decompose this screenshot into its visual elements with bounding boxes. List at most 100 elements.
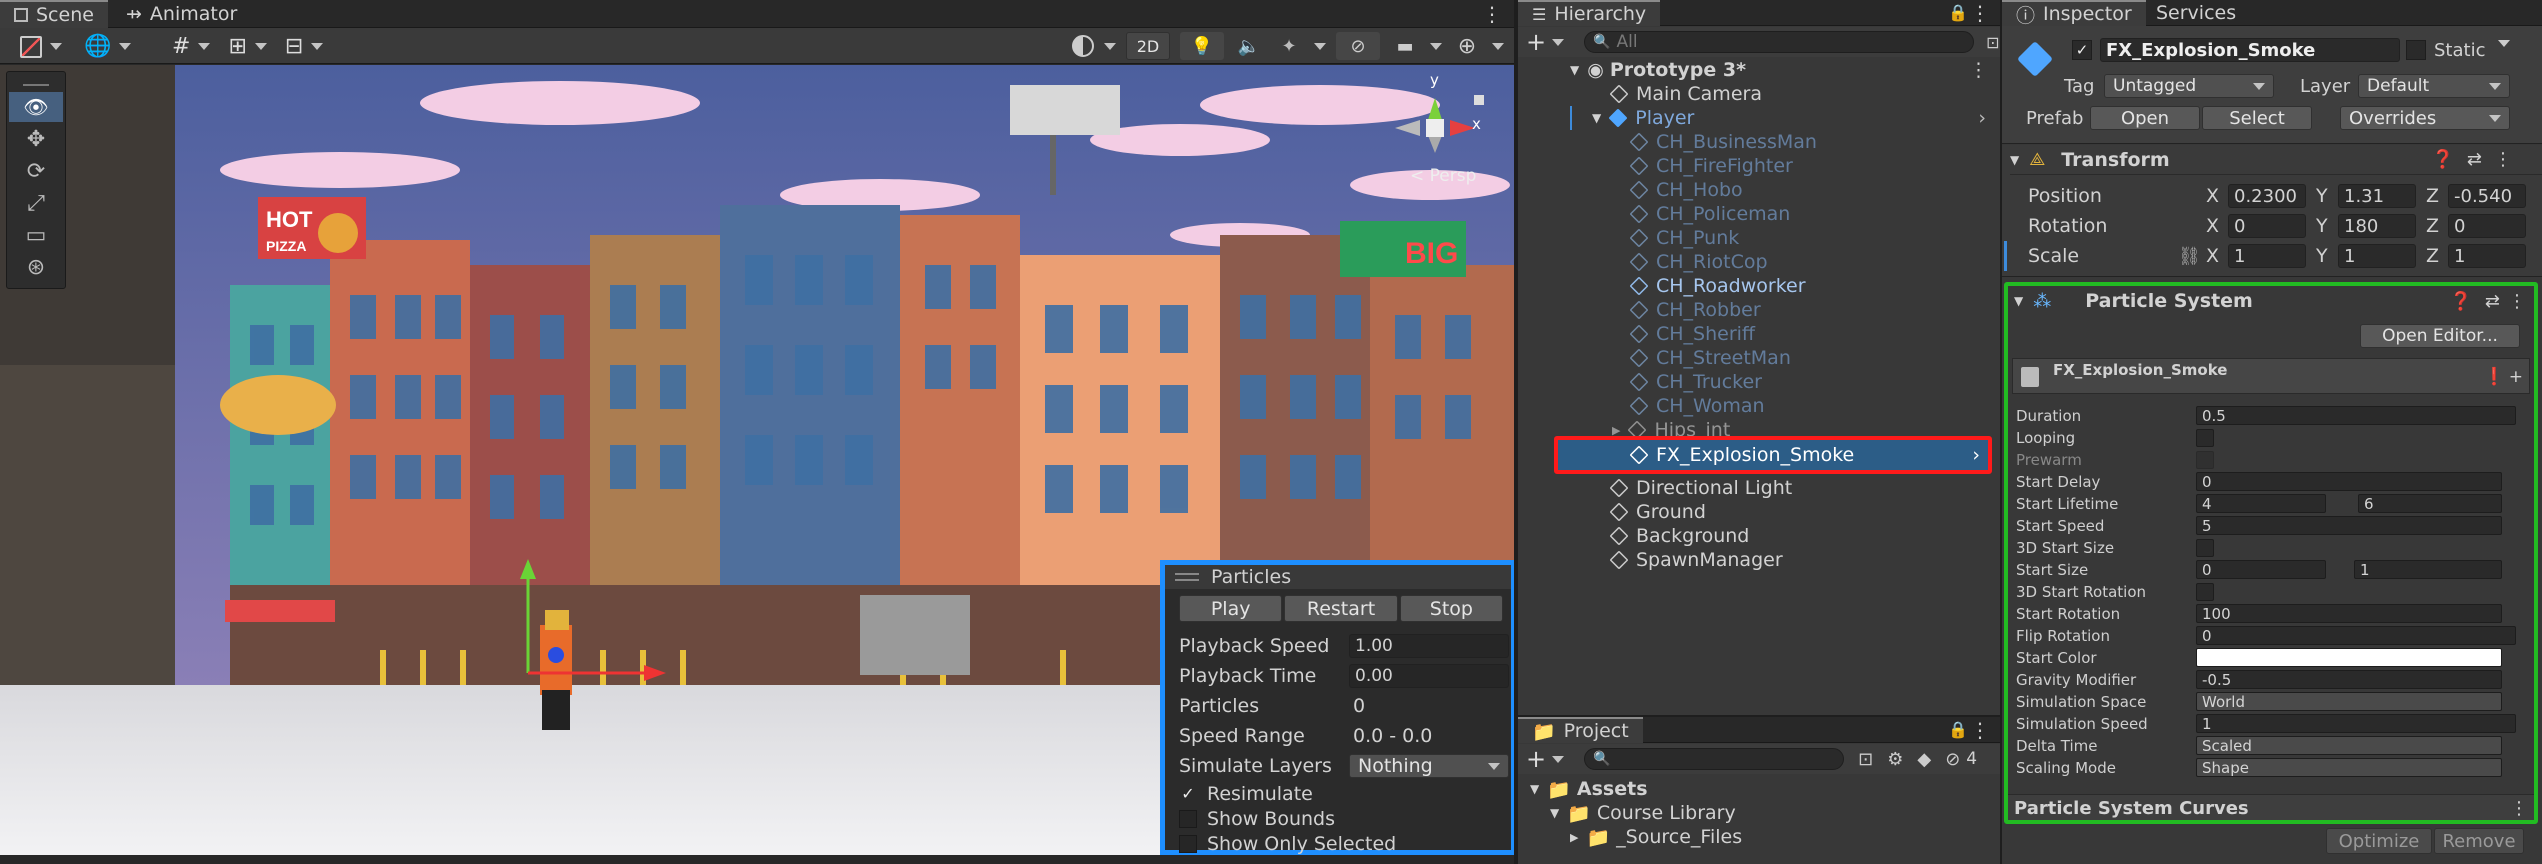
add-module-icon[interactable]: + bbox=[2509, 367, 2523, 387]
increment-snap-dropdown-icon[interactable] bbox=[254, 43, 267, 50]
expand-arrow-icon[interactable]: ▼ bbox=[1570, 63, 1579, 77]
add-icon[interactable]: + bbox=[1526, 28, 1546, 56]
start-color-swatch[interactable] bbox=[2196, 648, 2502, 667]
curves-menu-icon[interactable]: ⋮ bbox=[2510, 798, 2528, 819]
warning-icon[interactable]: ❗ bbox=[2484, 367, 2505, 387]
scale-tool-icon[interactable]: ⤢ bbox=[9, 188, 63, 218]
list-item[interactable]: CH_StreetMan bbox=[1518, 346, 2000, 370]
list-item[interactable]: ▶ 📁 _Source_Files bbox=[1518, 825, 2000, 849]
rotation-y-field[interactable]: 180 bbox=[2338, 214, 2416, 238]
delta-time-dropdown[interactable]: Scaled bbox=[2196, 736, 2502, 755]
list-item[interactable]: CH_Trucker bbox=[1518, 370, 2000, 394]
tab-inspector[interactable]: ⓘ Inspector bbox=[2002, 0, 2146, 27]
position-y-field[interactable]: 1.31 bbox=[2338, 184, 2416, 208]
preset-icon[interactable]: ⇄ bbox=[2467, 149, 2482, 170]
gizmo-lock-icon[interactable] bbox=[1474, 95, 1484, 105]
help-icon[interactable]: ❓ bbox=[2450, 291, 2472, 312]
lighting-icon[interactable]: 💡 bbox=[1180, 32, 1224, 60]
effects-icon[interactable]: ✦ bbox=[1274, 32, 1304, 60]
remove-button[interactable]: Remove bbox=[2434, 828, 2524, 854]
simulation-space-dropdown[interactable]: World bbox=[2196, 692, 2502, 711]
scene-row[interactable]: ▼ ◉ Prototype 3* ⋮ bbox=[1518, 58, 2000, 82]
tab-scene[interactable]: Scene bbox=[0, 0, 108, 28]
project-menu-icon[interactable]: ⋮ bbox=[1970, 718, 1990, 742]
scene-viewport[interactable]: HOT PIZZA BIG y x < Persp 👁 ✥ ⟳ ⤢ ▭ ⊛ Pa… bbox=[0, 65, 1514, 855]
constrain-proportions-icon[interactable]: ⛓ bbox=[2178, 246, 2206, 267]
globe-dropdown-icon[interactable] bbox=[119, 43, 132, 50]
hidden-objects-icon[interactable]: ⊘ bbox=[1336, 32, 1380, 60]
rect-tool-icon[interactable]: ▭ bbox=[9, 220, 63, 250]
particles-overlay-header[interactable]: Particles bbox=[1165, 565, 1511, 589]
increment-snap-icon[interactable]: ⊞ bbox=[228, 34, 246, 59]
rotation-y-label[interactable]: Y bbox=[2316, 215, 2338, 237]
ruler-icon[interactable]: ⊟ bbox=[285, 34, 303, 59]
optimize-button[interactable]: Optimize bbox=[2326, 828, 2432, 854]
scale-z-label[interactable]: Z bbox=[2426, 245, 2448, 267]
expand-arrow-icon[interactable]: ▼ bbox=[1530, 782, 1539, 796]
component-menu-icon[interactable]: ⋮ bbox=[2508, 291, 2526, 312]
start-delay-field[interactable]: 0 bbox=[2196, 472, 2502, 491]
orientation-gizmo[interactable]: y x < Persp bbox=[1380, 71, 1490, 186]
effects-dropdown-icon[interactable] bbox=[1314, 42, 1326, 50]
list-item[interactable]: ▼ Player › bbox=[1518, 106, 2000, 130]
rotation-x-label[interactable]: X bbox=[2206, 215, 2228, 237]
show-only-selected-checkbox[interactable] bbox=[1179, 834, 1197, 853]
rotate-tool-icon[interactable]: ⟳ bbox=[9, 156, 63, 186]
rotation-x-field[interactable]: 0 bbox=[2228, 214, 2306, 238]
prefab-select-button[interactable]: Select bbox=[2202, 106, 2312, 130]
scene-menu-icon[interactable]: ⋮ bbox=[1969, 59, 1988, 81]
expand-arrow-icon[interactable]: ▶ bbox=[1570, 831, 1578, 844]
object-name-field[interactable]: FX_Explosion_Smoke bbox=[2100, 38, 2400, 62]
kebab-menu-icon[interactable]: ⋮ bbox=[1482, 2, 1502, 26]
hidden-packages-icon[interactable]: ⊘ bbox=[1945, 749, 1960, 770]
rotation-z-field[interactable]: 0 bbox=[2448, 214, 2526, 238]
list-item[interactable]: Directional Light bbox=[1518, 476, 2000, 500]
camera-dropdown-icon[interactable] bbox=[1430, 42, 1442, 50]
position-x-label[interactable]: X bbox=[2206, 185, 2228, 207]
main-module-header[interactable]: FX_Explosion_Smoke ❗ + bbox=[2012, 358, 2530, 394]
lock-icon[interactable]: 🔒 bbox=[1948, 3, 1968, 22]
list-item[interactable]: CH_Policeman bbox=[1518, 202, 2000, 226]
search-by-label-icon[interactable]: ⚙ bbox=[1887, 749, 1903, 770]
list-item[interactable]: Main Camera bbox=[1518, 82, 2000, 106]
3d-start-size-checkbox[interactable] bbox=[2196, 539, 2214, 557]
foldout-arrow-icon[interactable]: ▼ bbox=[2014, 294, 2023, 308]
list-item[interactable]: CH_FireFighter bbox=[1518, 154, 2000, 178]
add-icon[interactable]: + bbox=[1526, 745, 1546, 773]
component-menu-icon[interactable]: ⋮ bbox=[2494, 149, 2512, 170]
grid-snap-icon[interactable]: # bbox=[172, 34, 190, 59]
start-rotation-field[interactable]: 100 bbox=[2196, 604, 2502, 623]
transform-header[interactable]: ▼ ⟁ Transform ❓ ⇄ ⋮ bbox=[2010, 145, 2542, 175]
start-size-max-field[interactable]: 1 bbox=[2354, 560, 2502, 579]
camera-icon[interactable]: ▬ bbox=[1390, 32, 1420, 60]
active-checkbox[interactable]: ✓ bbox=[2072, 40, 2092, 60]
open-editor-button[interactable]: Open Editor... bbox=[2360, 324, 2520, 348]
hierarchy-search-input[interactable]: 🔍 All bbox=[1584, 31, 1975, 53]
particle-system-header[interactable]: ▼ ⁂ Particle System ❓ ⇄ ⋮ bbox=[2014, 286, 2534, 316]
list-item[interactable]: CH_Hobo bbox=[1518, 178, 2000, 202]
start-lifetime-max-field[interactable]: 6 bbox=[2358, 494, 2502, 513]
prewarm-checkbox[interactable] bbox=[2196, 451, 2214, 469]
scale-y-label[interactable]: Y bbox=[2316, 245, 2338, 267]
show-bounds-checkbox[interactable] bbox=[1179, 809, 1197, 828]
looping-checkbox[interactable] bbox=[2196, 429, 2214, 447]
3d-start-rotation-checkbox[interactable] bbox=[2196, 583, 2214, 601]
shading-icon[interactable] bbox=[1072, 35, 1094, 57]
simulate-layers-dropdown[interactable]: Nothing bbox=[1349, 754, 1509, 778]
chevron-right-icon[interactable]: › bbox=[1978, 107, 1986, 129]
persp-label[interactable]: < Persp bbox=[1410, 166, 1476, 186]
list-item[interactable]: CH_Sheriff bbox=[1518, 322, 2000, 346]
rotation-z-label[interactable]: Z bbox=[2426, 215, 2448, 237]
scale-z-field[interactable]: 1 bbox=[2448, 244, 2526, 268]
chevron-right-icon[interactable]: › bbox=[1972, 444, 1980, 466]
list-item[interactable]: Background bbox=[1518, 524, 2000, 548]
start-lifetime-min-field[interactable]: 4 bbox=[2196, 494, 2326, 513]
list-item[interactable]: CH_BusinessMan bbox=[1518, 130, 2000, 154]
particle-system-curves-header[interactable]: Particle System Curves ⋮ bbox=[2008, 794, 2534, 820]
expand-arrow-icon[interactable]: ▼ bbox=[1550, 806, 1559, 820]
tag-dropdown[interactable]: Untagged bbox=[2104, 74, 2274, 98]
list-item[interactable]: CH_RiotCop bbox=[1518, 250, 2000, 274]
hierarchy-menu-icon[interactable]: ⋮ bbox=[1970, 1, 1990, 25]
add-dropdown-icon[interactable] bbox=[1552, 755, 1565, 763]
gizmos-icon[interactable]: ⊕ bbox=[1452, 32, 1482, 60]
